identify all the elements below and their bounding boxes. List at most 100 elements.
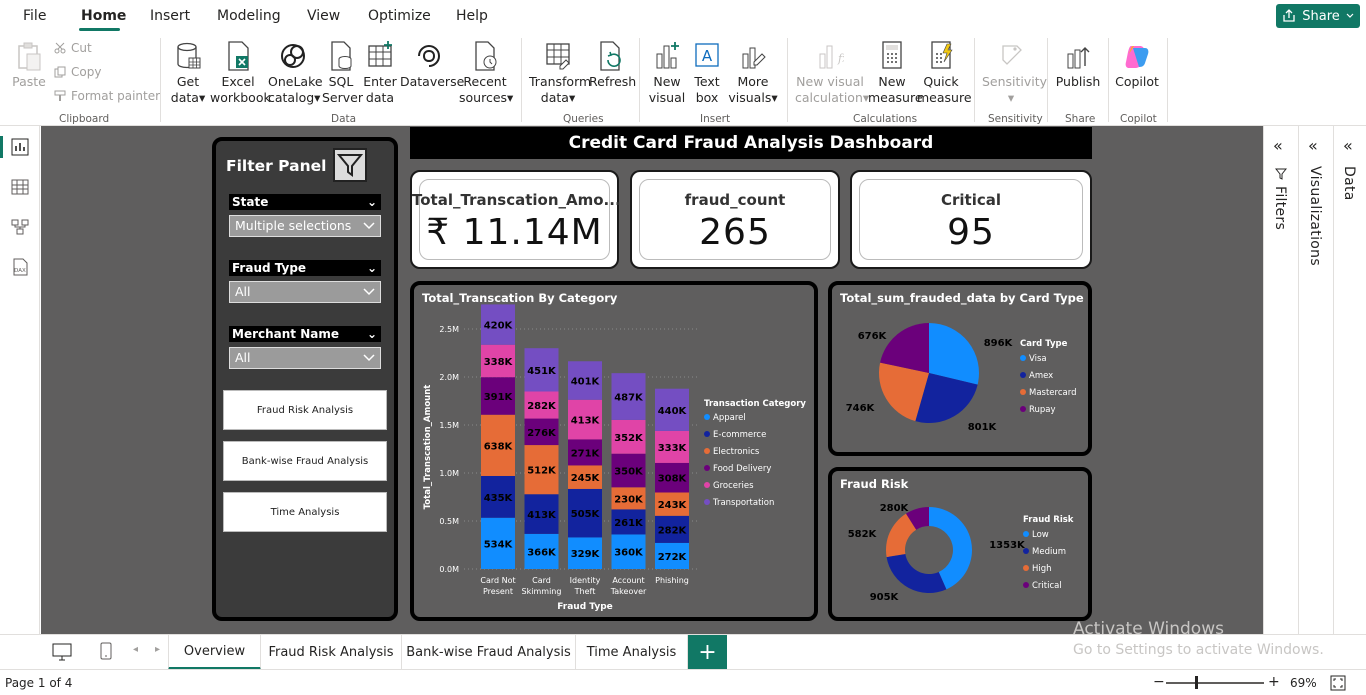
quick-measure-button[interactable]: Quick measure: [917, 40, 972, 106]
new-visual-button[interactable]: New visual: [647, 40, 687, 106]
kpi-title: Critical: [940, 191, 1001, 209]
brush-icon: [54, 90, 66, 101]
recent-sources-icon: [475, 41, 497, 71]
bar-data-label: 272K: [658, 552, 688, 563]
onelake-catalog-button[interactable]: OneLake catalog▾: [268, 40, 323, 106]
more-visuals-button[interactable]: More visuals▾: [727, 40, 779, 106]
bar-data-label: 413K: [527, 510, 557, 521]
tab-fraud-risk-analysis[interactable]: Fraud Risk Analysis: [261, 635, 402, 670]
text-box-button[interactable]: A Text box: [690, 40, 724, 106]
x-tick-label: Takeover: [610, 587, 647, 596]
plus-icon: +: [698, 640, 717, 665]
tab-time-analysis[interactable]: Time Analysis: [576, 635, 688, 670]
refresh-button[interactable]: Refresh: [589, 40, 636, 90]
legend-item: Medium: [1032, 547, 1066, 557]
dax-query-view-icon[interactable]: DAX: [11, 258, 29, 276]
share-button[interactable]: Share: [1276, 4, 1360, 28]
state-slicer-dropdown[interactable]: Multiple selections: [229, 215, 381, 237]
legend-marker: [1023, 531, 1029, 537]
new-visual-calculation-button[interactable]: fx New visualcalculation▾: [795, 40, 869, 106]
state-slicer-value: Multiple selections: [235, 218, 352, 233]
data-pane[interactable]: « Data: [1333, 126, 1366, 634]
group-queries: Queries: [563, 113, 604, 125]
visualizations-pane[interactable]: « Visualizations: [1298, 126, 1333, 634]
paste-button[interactable]: Paste: [12, 40, 46, 90]
kpi-card-critical: Critical 95: [850, 170, 1092, 269]
recent-label-1: Recent: [463, 74, 507, 89]
table-grid-icon: [368, 41, 392, 67]
format-painter-button[interactable]: Format painter: [54, 89, 160, 103]
zoom-out-button[interactable]: −: [1153, 674, 1165, 690]
fraud-risk-donut-chart[interactable]: 1353K 905K 582K 280K Fraud Risk Low Medium High…: [832, 471, 1088, 617]
visualizations-pane-label: Visualizations: [1307, 166, 1323, 266]
fraud-type-slicer-dropdown[interactable]: All: [229, 281, 381, 303]
nav-time-analysis-button[interactable]: Time Analysis: [223, 492, 387, 532]
add-page-button[interactable]: +: [688, 635, 727, 670]
bar-data-label: 401K: [571, 377, 601, 388]
recent-sources-button[interactable]: Recent sources▾: [459, 40, 513, 106]
filter-funnel-icon: [337, 154, 363, 177]
sensitivity-button[interactable]: Sensitivity ▾: [982, 40, 1047, 106]
tab-scroll-left-icon[interactable]: ◂: [133, 644, 138, 655]
slice-data-label: 746K: [846, 403, 876, 414]
tab-bank-wise-fraud-analysis[interactable]: Bank-wise Fraud Analysis: [402, 635, 576, 670]
cut-button[interactable]: Cut: [54, 41, 92, 55]
filters-pane[interactable]: « Filters: [1263, 126, 1298, 634]
state-slicer-label: State: [232, 195, 269, 209]
card-type-pie-chart[interactable]: 896K 801K 746K 676K Card Type Visa Amex Masterc…: [832, 285, 1088, 452]
get-data-label-2: data: [170, 90, 199, 105]
quick-measure-label-1: Quick: [923, 74, 959, 89]
publish-button[interactable]: Publish: [1055, 40, 1101, 90]
copy-button[interactable]: Copy: [54, 65, 101, 79]
desktop-layout-icon[interactable]: [52, 643, 72, 661]
table-view-icon[interactable]: [11, 178, 29, 196]
menu-insert[interactable]: Insert: [150, 8, 190, 24]
excel-workbook-button[interactable]: Excel workbook: [210, 40, 271, 106]
legend-marker: [1023, 548, 1029, 554]
sql-server-button[interactable]: SQL Server: [322, 40, 363, 106]
zoom-in-button[interactable]: +: [1268, 674, 1280, 690]
copy-label: Copy: [71, 65, 102, 79]
zoom-level: 69%: [1290, 676, 1317, 690]
enter-data-button[interactable]: Enter data: [362, 40, 398, 106]
dataverse-button[interactable]: Dataverse: [400, 40, 464, 90]
sql-server-icon: [331, 41, 352, 71]
menu-help[interactable]: Help: [456, 8, 488, 24]
report-view-icon[interactable]: [11, 138, 29, 156]
nav-fraud-risk-analysis-button[interactable]: Fraud Risk Analysis: [223, 390, 387, 430]
menu-optimize[interactable]: Optimize: [368, 8, 431, 24]
menu-modeling[interactable]: Modeling: [217, 8, 281, 24]
collapse-chevron-icon[interactable]: «: [1343, 136, 1353, 155]
zoom-slider-thumb[interactable]: [1195, 676, 1198, 689]
y-tick-label: 0.0M: [439, 565, 459, 574]
new-measure-label-1: New: [878, 74, 906, 89]
nav-bank-wise-fraud-analysis-button[interactable]: Bank-wise Fraud Analysis: [223, 441, 387, 481]
new-measure-button[interactable]: New measure: [868, 40, 923, 106]
fit-to-page-icon[interactable]: [1330, 675, 1346, 691]
tab-overview[interactable]: Overview: [168, 635, 261, 670]
collapse-chevron-icon[interactable]: «: [1308, 136, 1318, 155]
copilot-button[interactable]: Copilot: [1114, 40, 1160, 90]
more-visuals-icon: [742, 47, 766, 69]
menu-home[interactable]: Home: [81, 8, 126, 24]
legend-marker: [1023, 582, 1029, 588]
copilot-icon: [1125, 46, 1149, 68]
bar-data-label: 350K: [614, 467, 644, 478]
zoom-slider-track[interactable]: [1166, 682, 1264, 684]
x-tick-label: Card: [532, 576, 551, 585]
filter-icon-button[interactable]: [333, 148, 367, 182]
collapse-chevron-icon[interactable]: «: [1273, 136, 1283, 155]
menu-view[interactable]: View: [307, 8, 340, 24]
bar-data-label: 338K: [484, 357, 514, 368]
model-view-icon[interactable]: [11, 218, 29, 236]
state-slicer-header: State ⌄: [229, 194, 381, 210]
bar-data-label: 230K: [614, 494, 644, 505]
tab-scroll-right-icon[interactable]: ▸: [155, 644, 160, 655]
menu-file[interactable]: File: [23, 8, 46, 24]
transform-data-button[interactable]: Transform data▾: [529, 40, 591, 106]
merchant-slicer-dropdown[interactable]: All: [229, 347, 381, 369]
publish-label: Publish: [1055, 74, 1101, 89]
stacked-bar-chart[interactable]: 0.0M 0.5M 1.0M 1.5M 2.0M 2.5M Total_Transcatio…: [414, 285, 814, 617]
mobile-layout-icon[interactable]: [100, 642, 112, 660]
get-data-button[interactable]: Get data▾: [168, 40, 208, 106]
